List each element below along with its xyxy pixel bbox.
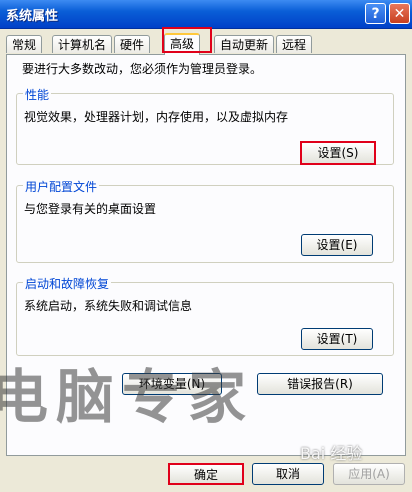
startup-recovery-group: 启动和故障恢复 系统启动，系统失败和调试信息 设置(T) <box>16 275 394 356</box>
user-profiles-group: 用户配置文件 与您登录有关的桌面设置 设置(E) <box>16 178 394 263</box>
close-button[interactable]: ✕ <box>389 3 410 24</box>
user-profiles-settings-button[interactable]: 设置(E) <box>301 234 373 256</box>
cancel-button[interactable]: 取消 <box>252 463 324 485</box>
tab-auto-update[interactable]: 自动更新 <box>214 35 275 53</box>
tab-general[interactable]: 常规 <box>6 35 43 53</box>
admin-notice: 要进行大多数改动，您必须作为管理员登录。 <box>22 62 263 76</box>
performance-title: 性能 <box>23 86 52 103</box>
tab-highlight-box <box>162 27 212 53</box>
user-profiles-desc: 与您登录有关的桌面设置 <box>24 202 157 216</box>
tab-hardware[interactable]: 硬件 <box>114 35 151 53</box>
error-reporting-button[interactable]: 错误报告(R) <box>257 373 383 395</box>
tab-computer-name[interactable]: 计算机名 <box>52 35 113 53</box>
help-button[interactable]: ? <box>365 3 386 24</box>
ok-button[interactable]: 确定 <box>168 463 244 485</box>
startup-settings-button[interactable]: 设置(T) <box>301 328 373 350</box>
performance-desc: 视觉效果，处理器计划，内存使用，以及虚拟内存 <box>24 110 289 124</box>
baidu-watermark: Bai 经验 <box>300 444 363 463</box>
watermark-text: 电脑专家 <box>0 363 255 431</box>
user-profiles-title: 用户配置文件 <box>23 178 100 195</box>
tab-remote[interactable]: 远程 <box>276 35 313 53</box>
performance-settings-button[interactable]: 设置(S) <box>300 141 376 165</box>
title-bar: 系统属性 ? ✕ <box>0 0 412 29</box>
window-title: 系统属性 <box>6 9 59 24</box>
startup-recovery-title: 启动和故障恢复 <box>23 275 112 292</box>
startup-recovery-desc: 系统启动，系统失败和调试信息 <box>24 299 193 313</box>
performance-group: 性能 视觉效果，处理器计划，内存使用，以及虚拟内存 设置(S) <box>16 86 394 165</box>
apply-button[interactable]: 应用(A) <box>333 463 405 485</box>
